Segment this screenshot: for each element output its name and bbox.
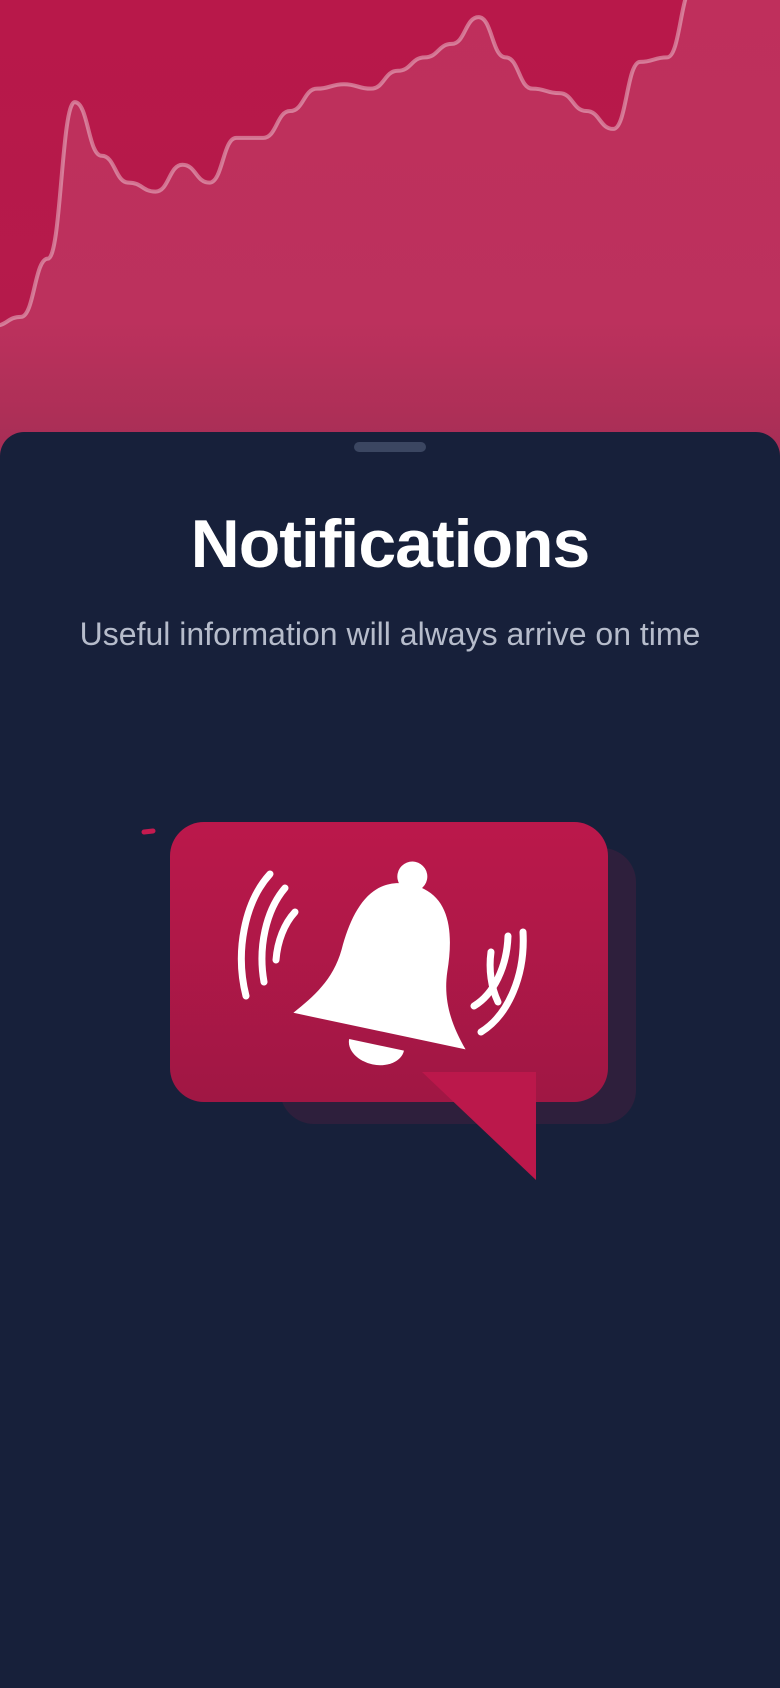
- page-title: Notifications: [190, 506, 591, 582]
- hero-chart: [0, 0, 780, 460]
- bottom-sheet: Notifications Useful information will al…: [0, 432, 780, 1688]
- onboarding-screen: Notifications Useful information will al…: [0, 0, 780, 1688]
- sheet-grabber-handle[interactable]: [354, 442, 426, 452]
- hero-chart-background: [0, 0, 780, 460]
- page-subtitle: Useful information will always arrive on…: [79, 616, 701, 652]
- notification-illustration: [0, 794, 780, 1282]
- bell-ringing-icon: [141, 794, 636, 1180]
- hero-chart-area: [0, 0, 780, 460]
- speech-bubble-tail: [422, 1072, 536, 1180]
- sparkle-icon: [141, 794, 181, 835]
